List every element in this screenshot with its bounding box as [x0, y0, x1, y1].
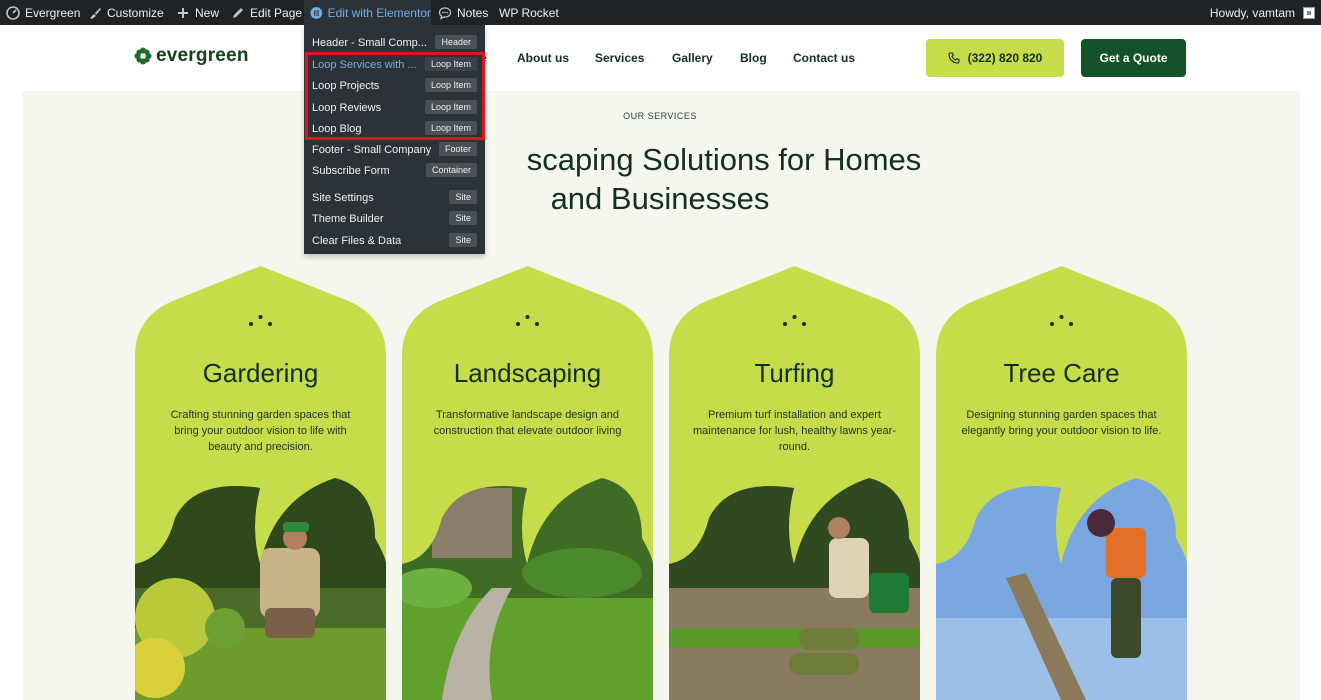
menu-item-clear-files-data[interactable]: Clear Files & Data Site	[304, 230, 485, 251]
customize-link[interactable]: Customize	[88, 0, 164, 25]
menu-item-label: Subscribe Form	[312, 164, 390, 177]
dots-icon	[783, 315, 806, 326]
nav-services[interactable]: Services	[595, 51, 644, 65]
gardener-photo	[135, 478, 386, 700]
card-title: Tree Care	[1003, 358, 1120, 388]
quote-label: Get a Quote	[1099, 51, 1168, 65]
card-title: Turfing	[754, 358, 835, 388]
customize-label: Customize	[107, 5, 164, 20]
dots-icon	[1050, 315, 1073, 326]
elementor-icon	[310, 6, 323, 19]
service-card-tree-care[interactable]: Tree Care Designing stunning garden spac…	[936, 266, 1187, 700]
tree-climber-photo	[936, 478, 1187, 700]
menu-item-theme-builder[interactable]: Theme Builder Site	[304, 208, 485, 229]
edit-with-elementor-menu[interactable]: Edit with Elementor	[304, 0, 431, 25]
wp-rocket-menu[interactable]: WP Rocket	[499, 0, 559, 25]
site-name-label: Evergreen	[25, 5, 81, 20]
site-name-menu[interactable]: Evergreen	[6, 0, 80, 25]
wp-admin-bar: Evergreen Customize New Edit Page Edit w…	[0, 0, 1321, 25]
menu-item-header-small-company[interactable]: Header - Small Comp... Header	[304, 32, 485, 53]
section-eyebrow: OUR SERVICES	[623, 111, 697, 121]
menu-item-badge: Site	[449, 233, 477, 247]
menu-item-badge: Header	[435, 35, 477, 49]
phone-button[interactable]: (322) 820 820	[926, 39, 1064, 77]
notes-link[interactable]: Notes	[438, 0, 488, 25]
pencil-icon	[233, 7, 243, 18]
speech-bubble-icon	[438, 6, 452, 20]
edit-elementor-label: Edit with Elementor	[327, 5, 431, 20]
menu-item-label: Footer - Small Company	[312, 143, 432, 156]
howdy-label: Howdy, vamtam	[1209, 5, 1295, 20]
menu-item-badge: Footer	[438, 142, 477, 156]
menu-item-badge: Site	[449, 211, 477, 225]
new-content-menu[interactable]: New	[176, 0, 219, 25]
menu-item-badge: Container	[425, 163, 477, 177]
edit-page-label: Edit Page	[250, 5, 303, 20]
site-header: evergreen e About us Services Gallery Bl…	[0, 25, 1321, 91]
menu-item-label: Header - Small Comp...	[312, 36, 427, 49]
card-text: Transformative landscape design and cons…	[433, 409, 622, 437]
nav-about-us[interactable]: About us	[517, 51, 569, 65]
service-card-turfing[interactable]: Turfing Premium turf installation and ex…	[669, 266, 920, 700]
menu-item-label: Theme Builder	[312, 212, 384, 225]
menu-item-footer-small-company[interactable]: Footer - Small Company Footer	[304, 139, 485, 160]
menu-item-label: Clear Files & Data	[312, 234, 402, 247]
nav-gallery[interactable]: Gallery	[672, 51, 713, 65]
new-label: New	[195, 5, 220, 20]
turf-laying-photo	[669, 478, 920, 700]
service-card-gardering[interactable]: Gardering Crafting stunning garden space…	[135, 266, 386, 700]
nav-contact-us[interactable]: Contact us	[793, 51, 855, 65]
dots-icon	[516, 315, 539, 326]
card-text: Premium turf installation and expert mai…	[693, 409, 896, 453]
highlight-box	[305, 52, 485, 140]
site-logo[interactable]: evergreen	[134, 45, 249, 67]
avatar	[1303, 6, 1315, 19]
wp-rocket-label: WP Rocket	[499, 5, 559, 20]
menu-item-subscribe-form[interactable]: Subscribe Form Container	[304, 160, 485, 181]
logo-text: evergreen	[156, 45, 249, 66]
service-card-landscaping[interactable]: Landscaping Transformative landscape des…	[402, 266, 653, 700]
flower-logo-icon	[134, 47, 152, 65]
edit-page-link[interactable]: Edit Page	[231, 0, 302, 25]
dashboard-icon	[6, 5, 20, 20]
card-text: Crafting stunning garden spaces that bri…	[170, 409, 351, 453]
my-account-menu[interactable]: Howdy, vamtam	[1210, 0, 1315, 25]
menu-item-badge: Site	[449, 190, 477, 204]
garden-path-photo	[402, 478, 653, 700]
phone-icon	[948, 52, 960, 64]
notes-label: Notes	[457, 5, 489, 20]
nav-blog[interactable]: Blog	[740, 51, 767, 65]
brush-icon	[90, 7, 101, 19]
plus-icon	[178, 7, 188, 18]
card-text: Designing stunning garden spaces that el…	[961, 409, 1162, 437]
menu-item-site-settings[interactable]: Site Settings Site	[304, 187, 485, 208]
menu-item-label: Site Settings	[312, 191, 374, 204]
phone-label: (322) 820 820	[967, 51, 1043, 65]
get-a-quote-button[interactable]: Get a Quote	[1081, 39, 1186, 77]
dots-icon	[249, 315, 272, 326]
card-title: Gardering	[202, 358, 319, 388]
card-title: Landscaping	[453, 358, 602, 388]
